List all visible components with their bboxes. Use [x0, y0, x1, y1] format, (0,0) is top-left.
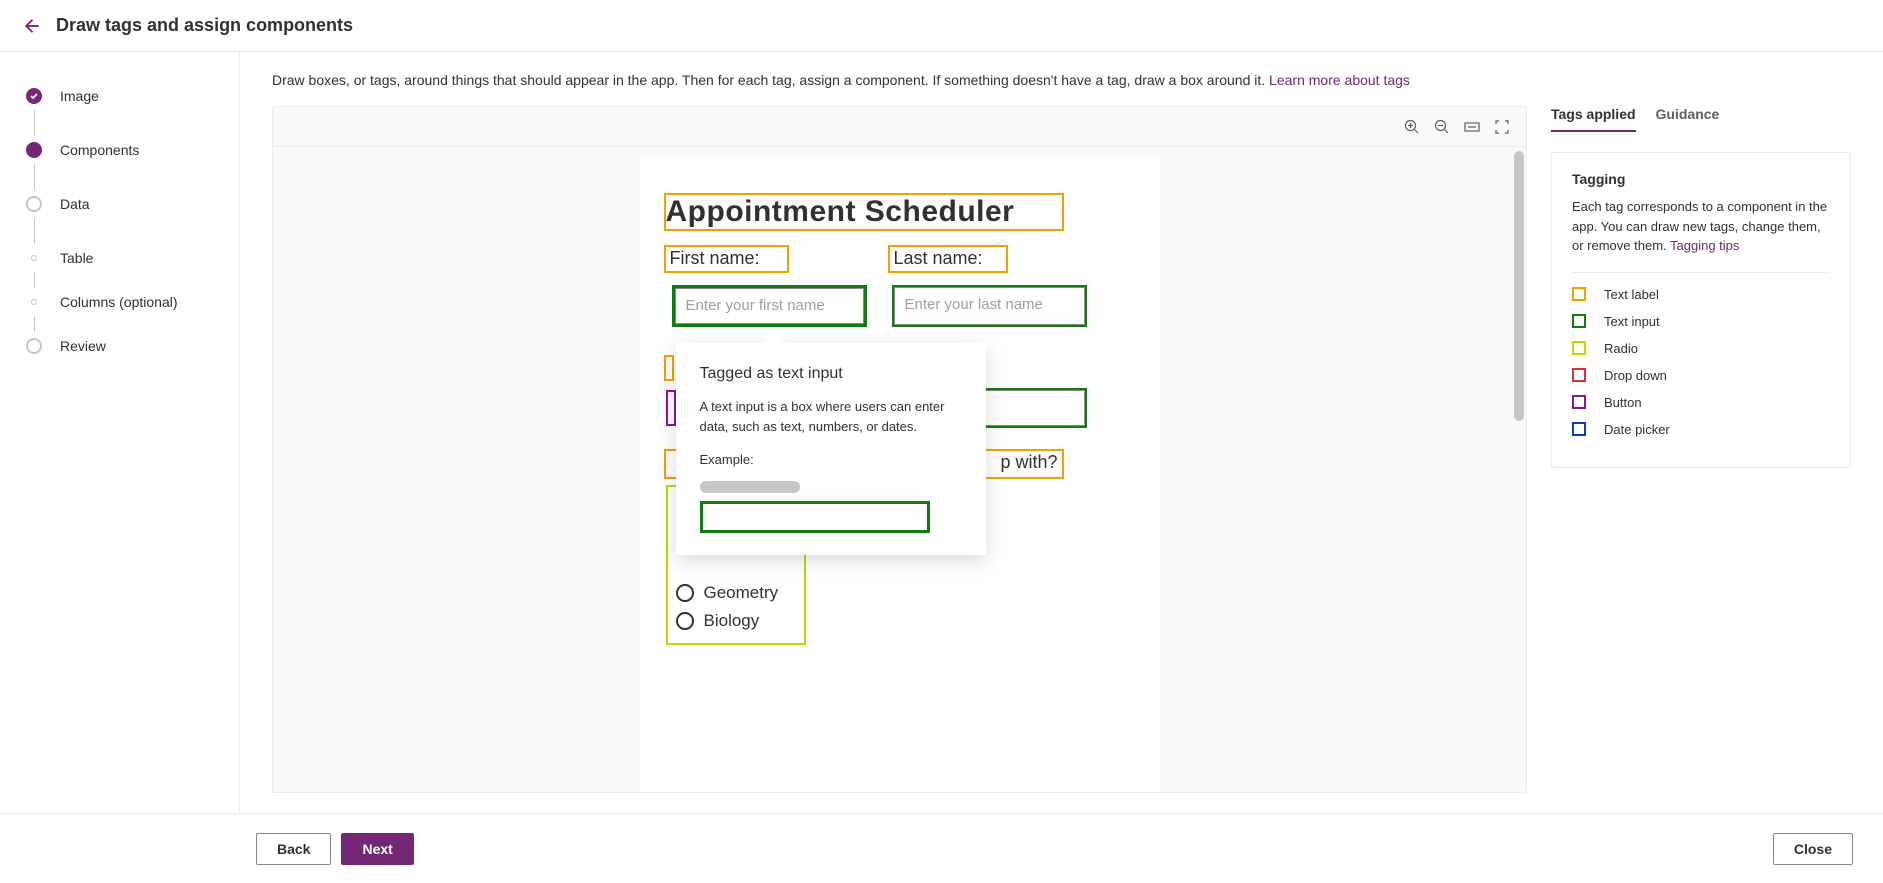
form-preview[interactable]: Appointment Scheduler First name: Last n… — [640, 157, 1160, 792]
legend-swatch — [1572, 395, 1586, 409]
tag-last-name-label[interactable]: Last name: — [888, 245, 1008, 273]
wizard-step-image[interactable]: Image — [20, 82, 219, 110]
canvas-container: Appointment Scheduler First name: Last n… — [272, 106, 1527, 793]
footer: Back Next Close — [0, 813, 1883, 883]
wizard-connector — [34, 110, 35, 136]
right-panel: Tags applied Guidance Tagging Each tag c… — [1551, 106, 1851, 793]
tag-label-peek[interactable] — [664, 355, 674, 381]
legend-dropdown: Drop down — [1572, 368, 1830, 383]
back-arrow-icon[interactable] — [20, 16, 40, 36]
wizard-connector — [34, 316, 35, 332]
close-button[interactable]: Close — [1773, 833, 1853, 865]
instruction-text: Draw boxes, or tags, around things that … — [272, 72, 1851, 88]
zoom-out-icon[interactable] — [1434, 119, 1450, 135]
wizard-step-table[interactable]: Table — [20, 244, 219, 272]
wizard-step-components[interactable]: Components — [20, 136, 219, 164]
panel-divider — [1572, 272, 1830, 273]
zoom-in-icon[interactable] — [1404, 119, 1420, 135]
next-button[interactable]: Next — [341, 833, 413, 865]
main-area: Draw boxes, or tags, around things that … — [240, 52, 1883, 813]
tooltip-text-input: Tagged as text input A text input is a b… — [676, 343, 986, 555]
page-header: Draw tags and assign components — [0, 0, 1883, 52]
check-icon — [26, 88, 42, 104]
step-marker-sub — [31, 255, 37, 261]
tag-heading[interactable]: Appointment Scheduler — [664, 193, 1064, 231]
legend-swatch — [1572, 368, 1586, 382]
tag-button-peek[interactable] — [666, 390, 676, 426]
wizard-sidebar: Image Components Data Table Columns (opt… — [0, 52, 240, 813]
legend-swatch — [1572, 422, 1586, 436]
page-title: Draw tags and assign components — [56, 15, 353, 36]
radio-circle-icon — [676, 612, 694, 630]
step-marker-pending — [26, 338, 42, 354]
legend-text-input: Text input — [1572, 314, 1830, 329]
panel-tabs: Tags applied Guidance — [1551, 106, 1851, 132]
wizard-step-columns[interactable]: Columns (optional) — [20, 288, 219, 316]
legend-radio: Radio — [1572, 341, 1830, 356]
canvas-toolbar — [273, 107, 1526, 147]
tagging-body: Each tag corresponds to a component in t… — [1572, 197, 1830, 256]
tooltip-example-label: Example: — [700, 452, 962, 467]
tooltip-title: Tagged as text input — [700, 365, 962, 383]
radio-circle-icon — [676, 584, 694, 602]
legend-swatch — [1572, 341, 1586, 355]
legend-swatch — [1572, 314, 1586, 328]
back-button[interactable]: Back — [256, 833, 331, 865]
tab-guidance[interactable]: Guidance — [1656, 106, 1720, 132]
fit-width-icon[interactable] — [1464, 119, 1480, 135]
tag-first-name-input[interactable]: Enter your first name — [672, 285, 867, 327]
tab-tags-applied[interactable]: Tags applied — [1551, 106, 1636, 132]
wizard-connector — [34, 218, 35, 244]
legend-swatch — [1572, 287, 1586, 301]
tagging-tips-link[interactable]: Tagging tips — [1670, 238, 1739, 253]
legend-button: Button — [1572, 395, 1830, 410]
fit-screen-icon[interactable] — [1494, 119, 1510, 135]
wizard-step-data[interactable]: Data — [20, 190, 219, 218]
tag-last-name-input[interactable]: Enter your last name — [892, 285, 1087, 327]
legend-text-label: Text label — [1572, 287, 1830, 302]
tooltip-example-placeholder — [700, 481, 800, 493]
tag-first-name-label[interactable]: First name: — [664, 245, 789, 273]
wizard-connector — [34, 164, 35, 190]
tagging-heading: Tagging — [1572, 171, 1830, 187]
step-marker-sub — [31, 299, 37, 305]
tooltip-example-input — [700, 501, 930, 533]
tooltip-description: A text input is a box where users can en… — [700, 397, 962, 436]
canvas-scroll[interactable]: Appointment Scheduler First name: Last n… — [273, 147, 1526, 792]
radio-biology: Biology — [676, 611, 796, 631]
tagging-card: Tagging Each tag corresponds to a compon… — [1551, 152, 1851, 468]
legend-date-picker: Date picker — [1572, 422, 1830, 437]
tag-input-right[interactable] — [980, 388, 1087, 428]
step-marker-pending — [26, 196, 42, 212]
scrollbar-thumb[interactable] — [1514, 151, 1524, 421]
wizard-connector — [34, 272, 35, 288]
step-marker-current — [26, 142, 42, 158]
learn-more-link[interactable]: Learn more about tags — [1269, 72, 1410, 88]
radio-geometry: Geometry — [676, 583, 796, 603]
wizard-step-review[interactable]: Review — [20, 332, 219, 360]
